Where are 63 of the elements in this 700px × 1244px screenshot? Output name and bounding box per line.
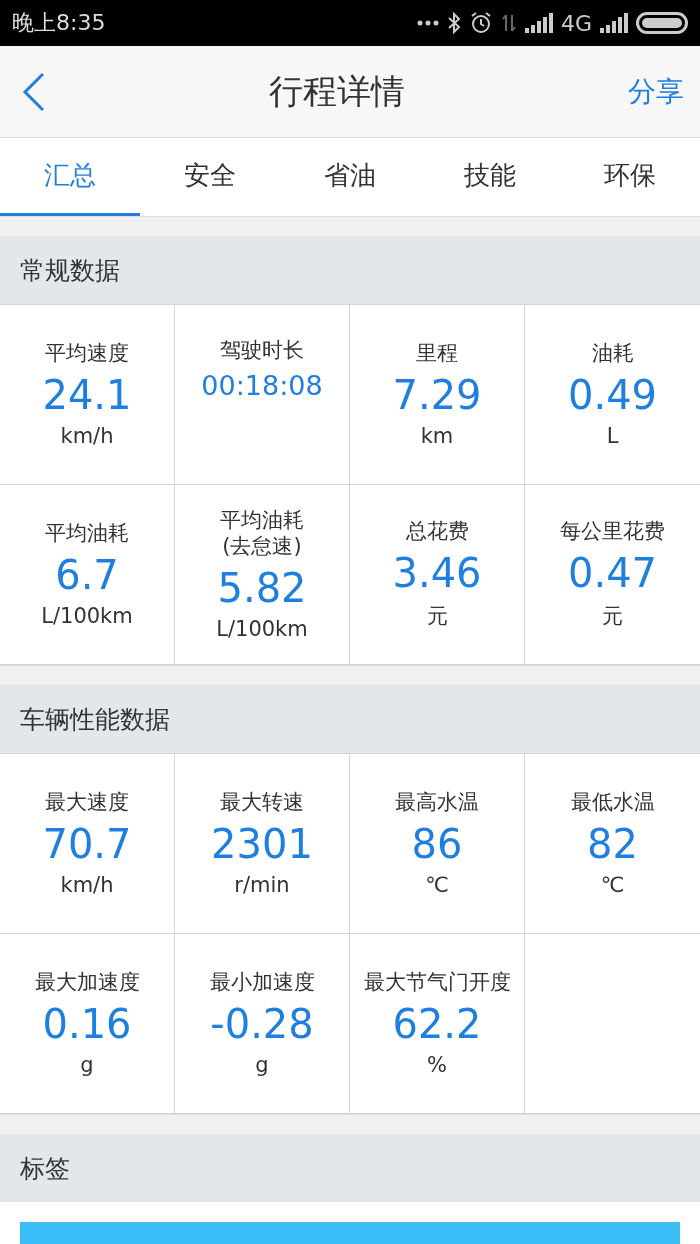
- stat-value: -0.28: [210, 1001, 314, 1048]
- tab[interactable]: 省油: [280, 138, 420, 216]
- stat-label: 最大加速度: [34, 969, 140, 996]
- stat-unit: L: [606, 424, 619, 449]
- stat-label: 里程: [416, 340, 458, 367]
- signal-icon: [524, 13, 553, 33]
- stat-value: 86: [411, 821, 463, 868]
- stat-label: 最大节气门开度: [363, 969, 511, 996]
- stat-value: 0.49: [567, 372, 658, 419]
- stat-unit: 元: [602, 603, 623, 631]
- stat-label: 平均速度: [45, 340, 129, 367]
- stat-unit: L/100km: [216, 616, 308, 641]
- stat-unit: ℃: [425, 873, 449, 898]
- section-title: 标签: [20, 1152, 70, 1185]
- more-icon: [416, 20, 439, 26]
- stat-unit: km: [420, 424, 454, 449]
- stat-unit: 元: [426, 603, 448, 631]
- page-title: 行程详情: [269, 69, 405, 113]
- stat-label: 驾驶时长: [220, 338, 304, 364]
- back-button[interactable]: [22, 71, 46, 112]
- stat-value: 6.7: [55, 552, 119, 599]
- section-title: 车辆性能数据: [20, 703, 170, 736]
- stat-value: 5.82: [217, 564, 307, 611]
- stat-value: 62.2: [392, 1001, 482, 1048]
- stat-unit: %: [427, 1053, 447, 1078]
- stat-label: 最大速度: [45, 789, 129, 816]
- tab[interactable]: 技能: [420, 138, 560, 216]
- section-title: 常规数据: [20, 254, 120, 287]
- stat-label: 平均油耗: [45, 520, 129, 547]
- stat-value: 82: [587, 821, 638, 868]
- battery-icon: [636, 12, 688, 34]
- stat-unit: g: [255, 1053, 269, 1078]
- stat-label: 每公里花费: [560, 518, 665, 545]
- stat-unit: km/h: [60, 424, 114, 449]
- signal-icon: [600, 13, 628, 33]
- back-icon: [22, 71, 46, 112]
- stat-label: 最小加速度: [209, 969, 315, 996]
- bluetooth-icon: [446, 12, 461, 34]
- share-button[interactable]: 分享: [628, 72, 684, 111]
- stat-label: 最大转速: [220, 789, 304, 816]
- stat-label: 最低水温: [570, 789, 655, 816]
- stat-unit: r/min: [234, 873, 290, 898]
- stat-unit: L/100km: [41, 604, 133, 629]
- stat-value: 0.47: [567, 550, 658, 597]
- tab[interactable]: 安全: [140, 138, 280, 216]
- tab[interactable]: 环保: [560, 138, 700, 216]
- stat-value: 0.16: [42, 1001, 132, 1048]
- stat-unit: km/h: [60, 873, 114, 898]
- network-label: 4G: [560, 10, 592, 36]
- stat-value: 2301: [211, 821, 313, 868]
- stat-label: 平均油耗 (去怠速): [220, 508, 304, 559]
- stat-value: 70.7: [42, 821, 132, 868]
- stat-value: 24.1: [42, 372, 132, 419]
- stat-label: 总花费: [405, 518, 469, 545]
- stat-label: 最高水温: [395, 789, 479, 816]
- stat-value: 7.29: [392, 372, 482, 419]
- status-time: 晚上8:35: [12, 9, 106, 37]
- stat-unit: g: [80, 1053, 94, 1078]
- data-arrows-icon: [500, 13, 517, 33]
- stat-label: 油耗: [591, 340, 634, 367]
- stat-value: 00:18:08: [201, 369, 323, 401]
- stat-value: 3.46: [392, 550, 482, 597]
- stat-unit: ℃: [600, 873, 625, 898]
